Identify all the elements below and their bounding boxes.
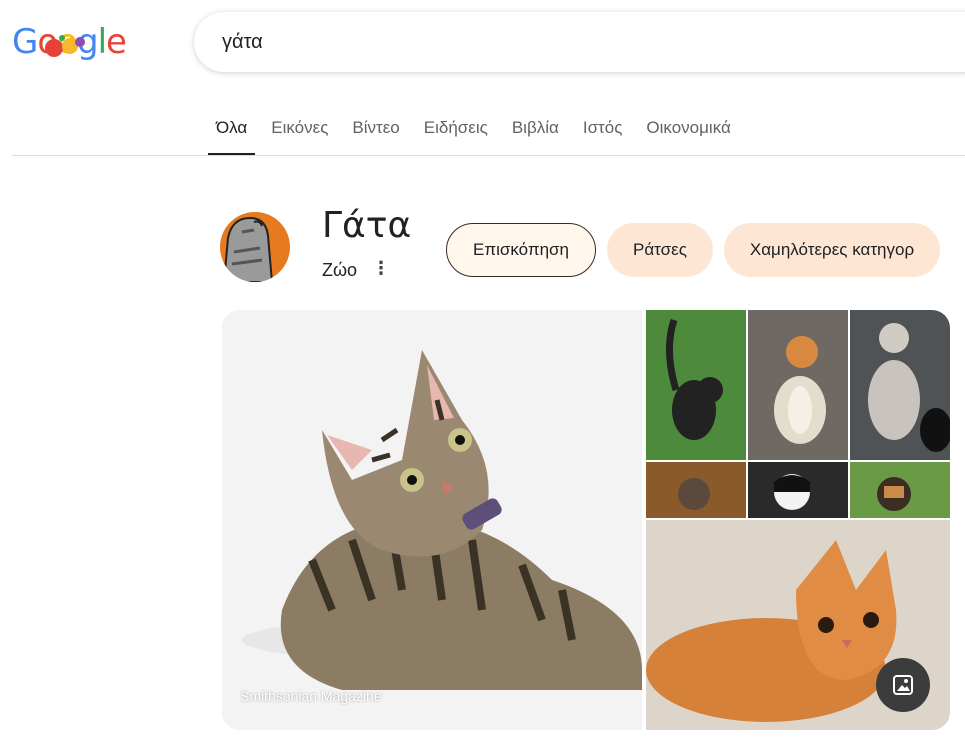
entity-subtitle: Ζώο: [322, 260, 358, 280]
cat-thumbnail-small-1[interactable]: [646, 462, 746, 518]
entity-title: Γάτα: [322, 205, 412, 246]
tab-all[interactable]: Όλα: [208, 108, 256, 156]
tab-images[interactable]: Εικόνες: [263, 108, 336, 156]
cat-photo: [774, 336, 826, 444]
logo-letter: G: [12, 22, 38, 62]
tabs-divider: [12, 155, 965, 156]
tab-news[interactable]: Ειδήσεις: [416, 108, 496, 156]
cat-paw-icon: [222, 216, 274, 282]
image-gallery: Smithsonian Magazine: [222, 310, 950, 730]
image-icon[interactable]: [876, 658, 930, 712]
cat-thumbnail-small-3[interactable]: [850, 462, 950, 518]
cat-photo: [678, 478, 710, 510]
image-credit: Smithsonian Magazine: [240, 688, 382, 704]
logo-letter: e: [106, 22, 127, 62]
fluffy-cat-thumbnail[interactable]: [850, 310, 950, 460]
tab-finance[interactable]: Οικονομικά: [638, 108, 738, 156]
chip-subcategories[interactable]: Χαμηλότερες κατηγορ: [723, 223, 941, 277]
cat-photo: [665, 318, 723, 440]
black-cat-thumbnail[interactable]: [646, 310, 746, 460]
search-input[interactable]: γάτα: [222, 31, 263, 54]
cat-thumbnail-small-2[interactable]: [748, 462, 848, 518]
search-box[interactable]: γάτα: [194, 12, 965, 72]
orange-white-cat-thumbnail[interactable]: [748, 310, 848, 460]
cat-photo: [868, 323, 950, 452]
tabby-cat-image: [222, 310, 642, 730]
main-cat-image[interactable]: Smithsonian Magazine: [222, 310, 642, 730]
logo-letter: l: [97, 22, 108, 62]
cat-photo: [774, 474, 810, 510]
search-tabs: Όλα Εικόνες Βίντεο Ειδήσεις Βιβλία Ιστός…: [208, 108, 747, 156]
chip-overview[interactable]: Επισκόπηση: [446, 223, 596, 277]
vertical-dots-icon[interactable]: ⋮: [372, 258, 390, 279]
cat-photo: [877, 477, 911, 511]
entity-avatar: [220, 212, 290, 282]
orange-kitten-image[interactable]: [646, 520, 950, 730]
tab-books[interactable]: Βιβλία: [504, 108, 567, 156]
chip-breeds[interactable]: Ράτσες: [606, 223, 713, 277]
photo-glyph: [893, 675, 913, 695]
google-logo[interactable]: Google: [12, 22, 127, 66]
tab-web[interactable]: Ιστός: [575, 108, 631, 156]
doodle-decoration-icon: [45, 35, 85, 57]
tab-videos[interactable]: Βίντεο: [344, 108, 407, 156]
entity-chips: Επισκόπηση Ράτσες Χαμηλότερες κατηγορ: [446, 223, 941, 277]
